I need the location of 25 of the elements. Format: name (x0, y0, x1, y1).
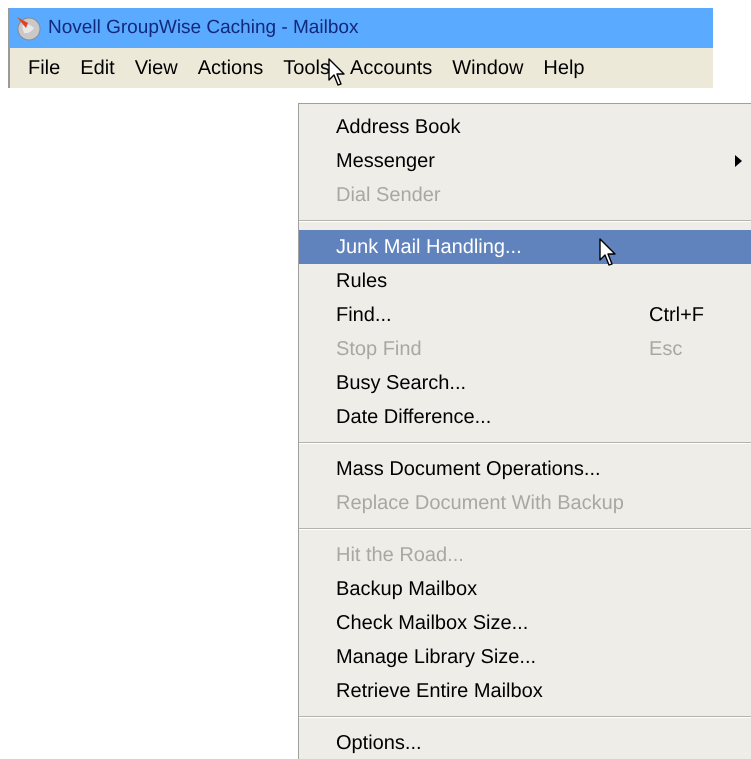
menu-bar-item[interactable]: Window (442, 53, 534, 83)
menu-item[interactable]: Backup Mailbox (299, 572, 751, 606)
menu-item[interactable]: Date Difference... (299, 400, 751, 434)
menu-item[interactable]: Messenger (299, 144, 751, 178)
shortcut-label: Esc (649, 337, 682, 362)
menu-bar-item[interactable]: Edit (70, 53, 125, 83)
window-title: Novell GroupWise Caching - Mailbox (48, 16, 358, 40)
menu-item[interactable]: Address Book (299, 110, 751, 144)
menu-item[interactable]: Mass Document Operations... (299, 452, 751, 486)
menu-item[interactable]: Rules (299, 264, 751, 298)
menu-bar-item[interactable]: Actions (188, 53, 274, 83)
menu-bar-item[interactable]: Help (533, 53, 595, 83)
menu-item[interactable]: Options... (299, 726, 751, 759)
menu-item[interactable]: Manage Library Size... (299, 640, 751, 674)
menu-bar-item[interactable]: Tools (273, 53, 340, 83)
menu-bar-item[interactable]: View (124, 53, 188, 83)
menu-item[interactable]: Check Mailbox Size... (299, 606, 751, 640)
menu-item[interactable]: Busy Search... (299, 366, 751, 400)
menu-item[interactable]: Retrieve Entire Mailbox (299, 674, 751, 708)
menu-bar-item[interactable]: File (18, 53, 70, 83)
menu-item[interactable]: Find... Ctrl+F (299, 298, 751, 332)
globe-icon (14, 14, 42, 42)
menu-item[interactable]: Junk Mail Handling... (299, 230, 751, 264)
menu-bar-item[interactable]: Accounts (340, 53, 442, 83)
shortcut-label: Ctrl+F (649, 303, 704, 328)
